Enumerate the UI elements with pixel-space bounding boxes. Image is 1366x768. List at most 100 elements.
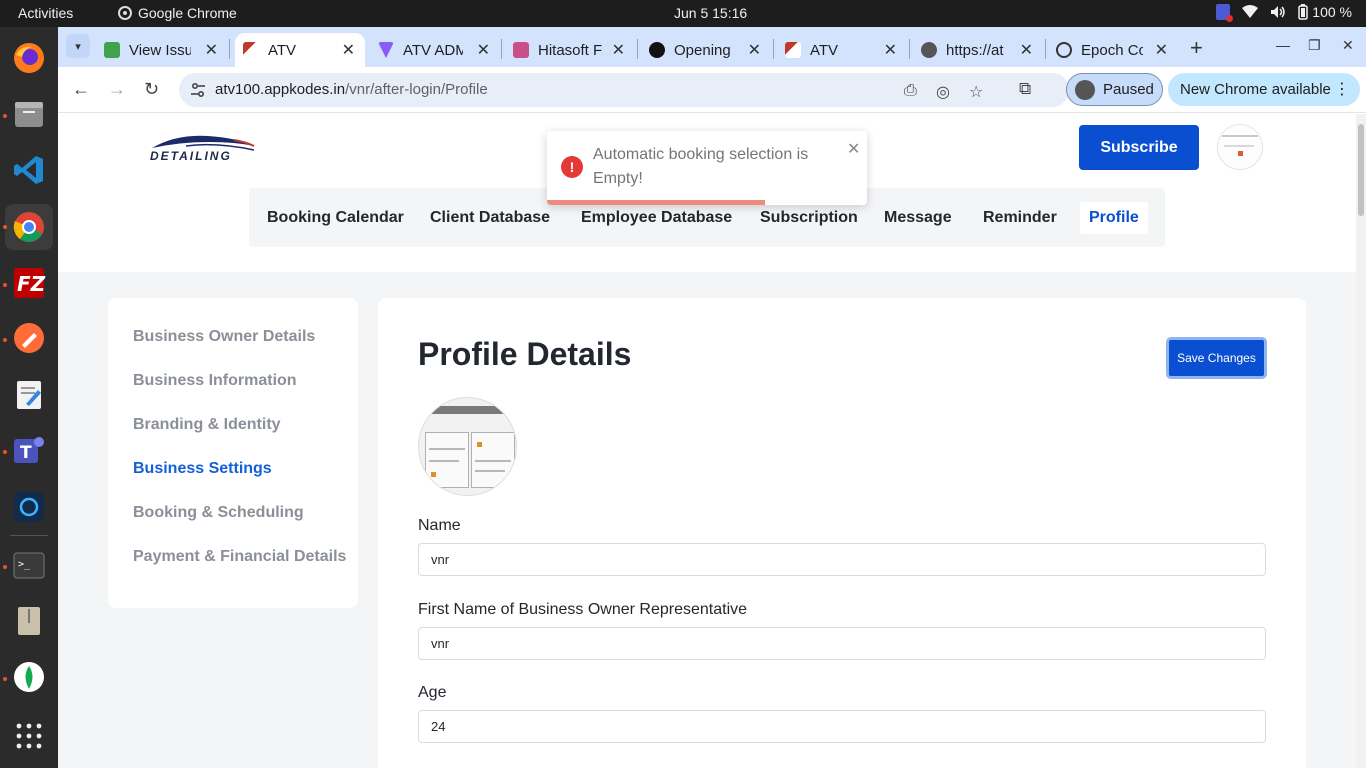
postman-icon[interactable] [10, 319, 48, 357]
tab-atv-second[interactable]: ATV ✕ [785, 33, 903, 67]
wifi-icon [1242, 5, 1259, 18]
save-changes-button[interactable]: Save Changes [1166, 337, 1267, 379]
back-arrow-icon[interactable]: ← [72, 79, 90, 100]
tab-separator [773, 39, 774, 59]
tab-label: View Issu [129, 41, 191, 59]
tab-opening[interactable]: Opening ✕ [649, 33, 767, 67]
kebab-menu-icon[interactable]: ⋮ [1334, 79, 1350, 99]
bookmark-star-icon[interactable]: ☆ [969, 82, 983, 102]
tab-hitasoft[interactable]: Hitasoft F ✕ [513, 33, 631, 67]
atv-favicon-icon [243, 42, 259, 58]
app-menu[interactable]: Google Chrome [118, 5, 237, 21]
volume-icon [1271, 6, 1286, 18]
clock-favicon-icon [1056, 42, 1072, 58]
mongodb-icon[interactable] [10, 658, 48, 696]
nav-reminder[interactable]: Reminder [983, 202, 1057, 234]
dock-separator [10, 535, 48, 536]
site-logo[interactable]: DETAILING [146, 132, 258, 166]
install-app-icon[interactable]: ⎙ [904, 82, 917, 100]
tab-view-issues[interactable]: View Issu ✕ [104, 33, 224, 67]
close-tab-icon[interactable]: ✕ [884, 40, 897, 60]
running-indicator [3, 677, 7, 681]
close-toast-icon[interactable]: ✕ [847, 139, 860, 159]
url-text[interactable]: atv100.appkodes.in/vnr/after-login/Profi… [215, 81, 488, 98]
sidebar-item-payment-financial[interactable]: Payment & Financial Details [133, 548, 346, 566]
files-icon[interactable] [10, 95, 48, 133]
nav-booking-calendar[interactable]: Booking Calendar [267, 202, 404, 234]
activities-button[interactable]: Activities [18, 5, 73, 21]
archive-icon[interactable] [10, 602, 48, 640]
app-name: Google Chrome [138, 5, 237, 21]
url-path: /vnr/after-login/Profile [345, 81, 488, 98]
address-bar[interactable]: atv100.appkodes.in/vnr/after-login/Profi… [179, 73, 1069, 107]
sidebar-item-business-information[interactable]: Business Information [133, 372, 297, 390]
profile-picture[interactable] [418, 397, 517, 496]
new-tab-button[interactable]: + [1190, 35, 1203, 61]
vite-favicon-icon [378, 42, 394, 58]
show-apps-icon[interactable] [10, 717, 48, 755]
tab-label: ATV ADM [403, 41, 463, 59]
nav-profile[interactable]: Profile [1080, 202, 1148, 234]
subscribe-button[interactable]: Subscribe [1079, 125, 1199, 170]
terminal-icon[interactable]: >_ [10, 546, 48, 584]
firefox-icon[interactable] [10, 39, 48, 77]
sidebar-item-booking-scheduling[interactable]: Booking & Scheduling [133, 504, 304, 522]
issues-favicon-icon [104, 42, 120, 58]
chevron-down-icon: ▾ [75, 40, 81, 53]
sidebar-item-business-owner-details[interactable]: Business Owner Details [133, 328, 315, 346]
text-editor-icon[interactable] [10, 376, 48, 414]
tab-label: ATV [810, 41, 839, 59]
paused-label: Paused [1103, 81, 1154, 98]
nav-subscription[interactable]: Subscription [760, 202, 858, 234]
age-field[interactable]: 24 [418, 710, 1266, 743]
page-scrollbar[interactable] [1356, 114, 1366, 768]
reload-icon[interactable]: ↻ [144, 79, 159, 100]
tab-epoch[interactable]: Epoch Co ✕ [1056, 33, 1174, 67]
extensions-puzzle-icon[interactable]: ⧉ [1019, 79, 1031, 99]
close-tab-icon[interactable]: ✕ [748, 40, 761, 60]
close-tab-icon[interactable]: ✕ [477, 40, 490, 60]
name-field[interactable]: vnr [418, 543, 1266, 576]
tab-search-button[interactable]: ▾ [66, 34, 90, 58]
sync-app-icon[interactable] [10, 488, 48, 526]
eye-slash-icon[interactable]: ◎ [936, 82, 950, 102]
close-tab-icon[interactable]: ✕ [1020, 40, 1033, 60]
close-tab-icon[interactable]: ✕ [205, 40, 218, 60]
tab-separator [637, 39, 638, 59]
update-chrome-button[interactable]: New Chrome available ⋮ [1168, 73, 1360, 106]
clock[interactable]: Jun 5 15:16 [674, 5, 747, 21]
tab-atv-active[interactable]: ATV ✕ [235, 33, 365, 67]
minimize-icon[interactable]: — [1276, 37, 1290, 53]
sidebar-item-business-settings[interactable]: Business Settings [133, 460, 272, 478]
user-avatar[interactable] [1217, 124, 1263, 170]
tab-https[interactable]: https://at ✕ [921, 33, 1039, 67]
profile-paused-button[interactable]: Paused [1066, 73, 1163, 106]
running-indicator [3, 338, 7, 342]
teams-tray-icon[interactable] [1216, 4, 1234, 22]
teams-icon[interactable]: T [10, 431, 48, 469]
nav-employee-database[interactable]: Employee Database [581, 202, 732, 234]
scrollbar-thumb[interactable] [1358, 124, 1364, 216]
tab-label: Epoch Co [1081, 41, 1143, 59]
site-info-icon[interactable] [190, 82, 206, 98]
chrome-dock-icon[interactable] [5, 204, 53, 250]
nav-message[interactable]: Message [884, 202, 952, 234]
close-tab-icon[interactable]: ✕ [1155, 40, 1168, 60]
first-name-field[interactable]: vnr [418, 627, 1266, 660]
close-tab-icon[interactable]: ✕ [612, 40, 625, 60]
filezilla-icon[interactable]: FZ [10, 264, 48, 302]
close-tab-icon[interactable]: ✕ [342, 40, 355, 60]
nav-client-database[interactable]: Client Database [430, 202, 550, 234]
close-window-icon[interactable]: ✕ [1342, 37, 1354, 54]
tab-atv-admin[interactable]: ATV ADM ✕ [378, 33, 496, 67]
error-toast: ! Automatic booking selection is Empty! … [547, 131, 867, 205]
running-indicator [3, 114, 7, 118]
battery-icon [1298, 4, 1309, 20]
running-indicator [3, 225, 7, 229]
system-tray[interactable]: 100 % [1216, 4, 1352, 22]
maximize-icon[interactable]: ❐ [1308, 37, 1321, 54]
profile-avatar-icon [1075, 79, 1095, 100]
forward-arrow-icon[interactable]: → [108, 79, 126, 100]
sidebar-item-branding-identity[interactable]: Branding & Identity [133, 416, 281, 434]
vscode-icon[interactable] [10, 151, 48, 189]
